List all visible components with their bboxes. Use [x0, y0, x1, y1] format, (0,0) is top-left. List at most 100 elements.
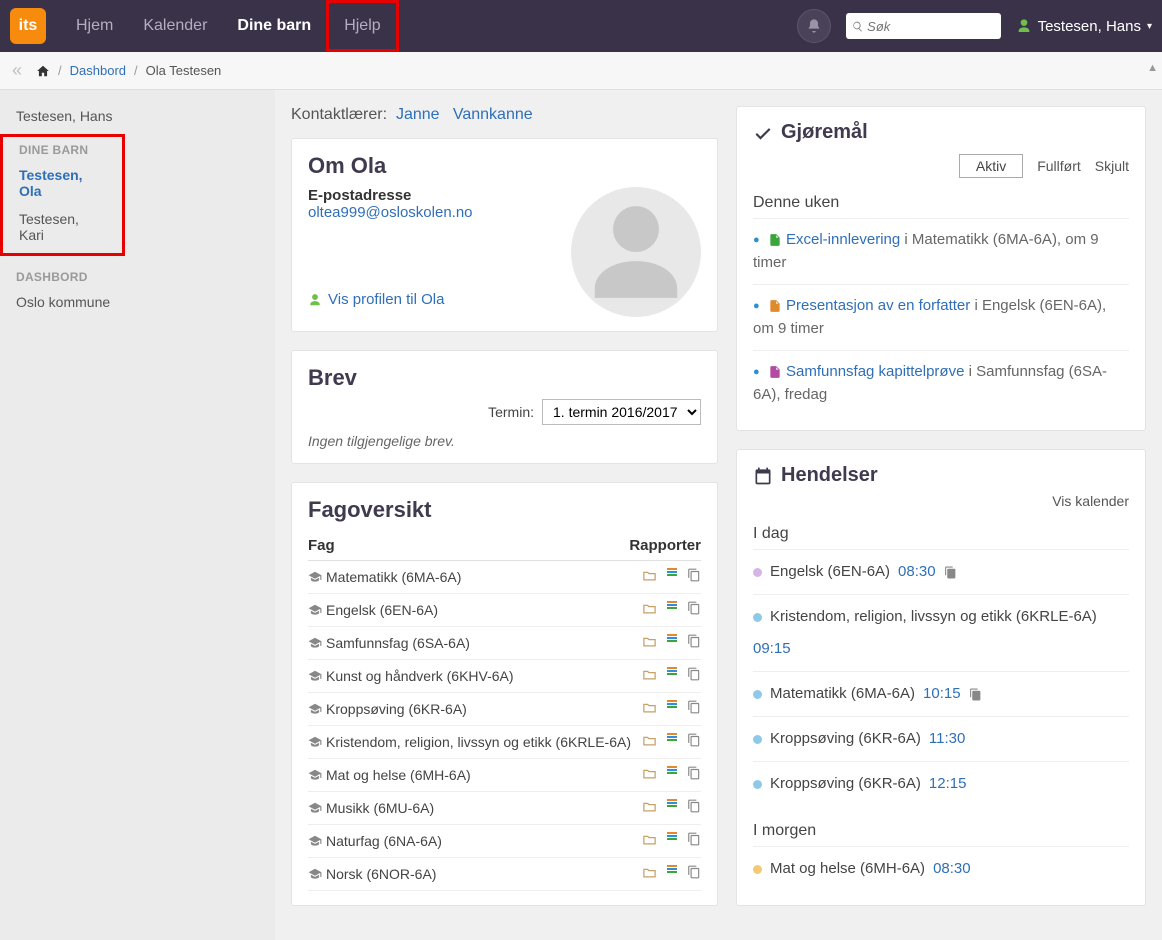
task-row: ● Excel-innlevering i Matematikk (6MA-6A… [753, 218, 1129, 284]
subject-name[interactable]: Matematikk (6MA-6A) [308, 569, 642, 585]
event-time[interactable]: 08:30 [933, 857, 971, 881]
open-folder-icon[interactable] [642, 832, 657, 850]
copy-icon[interactable] [687, 667, 701, 685]
show-calendar-link[interactable]: Vis kalender [1052, 493, 1129, 509]
contact-teacher-link[interactable]: Janne [396, 106, 440, 123]
report-list-icon[interactable] [667, 667, 677, 685]
subject-name[interactable]: Kristendom, religion, livssyn og etikk (… [308, 734, 642, 750]
tab-hidden[interactable]: Skjult [1095, 158, 1129, 174]
search-input[interactable] [867, 19, 994, 34]
user-menu[interactable]: Testesen, Hans ▾ [1016, 18, 1152, 35]
top-nav: its HjemKalenderDine barnHjelp Testesen,… [0, 0, 1162, 52]
sidebar-user[interactable]: Testesen, Hans [0, 102, 275, 130]
open-folder-icon[interactable] [642, 700, 657, 718]
sidebar-child[interactable]: Testesen, Kari [3, 205, 122, 249]
copy-icon[interactable] [687, 568, 701, 586]
breadcrumb-sep: / [58, 63, 62, 78]
event-time[interactable]: 12:15 [929, 772, 967, 796]
email-link[interactable]: oltea999@osloskolen.no [308, 204, 473, 221]
report-list-icon[interactable] [667, 733, 677, 751]
report-list-icon[interactable] [667, 766, 677, 784]
event-time[interactable]: 10:15 [923, 682, 961, 706]
event-name[interactable]: Kroppsøving (6KR-6A) [770, 727, 921, 751]
copy-icon[interactable] [687, 832, 701, 850]
report-list-icon[interactable] [667, 700, 677, 718]
subject-name[interactable]: Norsk (6NOR-6A) [308, 866, 642, 882]
event-row: Matematikk (6MA-6A) 10:15 [753, 671, 1129, 716]
tab-done[interactable]: Fullført [1037, 158, 1081, 174]
term-select[interactable]: 1. termin 2016/2017 [542, 399, 701, 425]
notifications-button[interactable] [797, 9, 831, 43]
open-folder-icon[interactable] [642, 766, 657, 784]
view-profile-link[interactable]: Vis profilen til Ola [308, 291, 555, 308]
copy-icon[interactable] [687, 601, 701, 619]
graduation-cap-icon [308, 834, 322, 848]
subject-name[interactable]: Kroppsøving (6KR-6A) [308, 701, 642, 717]
open-folder-icon[interactable] [642, 601, 657, 619]
tab-active[interactable]: Aktiv [959, 154, 1023, 178]
copy-icon[interactable] [687, 700, 701, 718]
avatar-placeholder-icon [581, 197, 691, 307]
copy-icon[interactable] [687, 799, 701, 817]
subject-name[interactable]: Mat og helse (6MH-6A) [308, 767, 642, 783]
open-folder-icon[interactable] [642, 733, 657, 751]
copy-icon[interactable] [969, 688, 982, 701]
subject-row: Kroppsøving (6KR-6A) [308, 693, 701, 726]
contact-teacher-link[interactable]: Vannkanne [453, 106, 533, 123]
nav-dine-barn[interactable]: Dine barn [222, 0, 326, 52]
report-list-icon[interactable] [667, 865, 677, 883]
breadcrumb-current: Ola Testesen [146, 63, 222, 78]
report-list-icon[interactable] [667, 568, 677, 586]
report-list-icon[interactable] [667, 634, 677, 652]
copy-icon[interactable] [687, 634, 701, 652]
breadcrumb-dashboard[interactable]: Dashbord [70, 63, 126, 78]
task-link[interactable]: Excel-innlevering [786, 231, 900, 248]
task-row: ● Presentasjon av en forfatter i Engelsk… [753, 284, 1129, 350]
letters-title: Brev [308, 365, 701, 391]
nav-kalender[interactable]: Kalender [128, 0, 222, 52]
task-type-icon [768, 365, 782, 379]
subject-name[interactable]: Samfunnsfag (6SA-6A) [308, 635, 642, 651]
sidebar-child[interactable]: Testesen, Ola [3, 161, 122, 205]
breadcrumb: / Dashbord / Ola Testesen [36, 63, 221, 78]
report-list-icon[interactable] [667, 601, 677, 619]
about-card: Om Ola E-postadresse oltea999@osloskolen… [291, 138, 718, 332]
subject-name[interactable]: Musikk (6MU-6A) [308, 800, 642, 816]
subject-row: Samfunnsfag (6SA-6A) [308, 627, 701, 660]
home-icon[interactable] [36, 64, 50, 78]
open-folder-icon[interactable] [642, 568, 657, 586]
task-link[interactable]: Samfunnsfag kapittelprøve [786, 363, 964, 380]
task-link[interactable]: Presentasjon av en forfatter [786, 297, 970, 314]
event-time[interactable]: 08:30 [898, 560, 936, 584]
copy-icon[interactable] [687, 766, 701, 784]
event-time[interactable]: 11:30 [929, 727, 965, 751]
open-folder-icon[interactable] [642, 865, 657, 883]
event-name[interactable]: Kroppsøving (6KR-6A) [770, 772, 921, 796]
event-name[interactable]: Engelsk (6EN-6A) [770, 560, 890, 584]
open-folder-icon[interactable] [642, 634, 657, 652]
subject-name[interactable]: Naturfag (6NA-6A) [308, 833, 642, 849]
copy-icon[interactable] [944, 566, 957, 579]
event-name[interactable]: Mat og helse (6MH-6A) [770, 857, 925, 881]
open-folder-icon[interactable] [642, 667, 657, 685]
event-dot-icon [753, 690, 762, 699]
report-list-icon[interactable] [667, 832, 677, 850]
nav-hjem[interactable]: Hjem [61, 0, 128, 52]
nav-hjelp[interactable]: Hjelp [326, 0, 398, 52]
events-title: Hendelser [753, 464, 1129, 487]
report-list-icon[interactable] [667, 799, 677, 817]
event-time[interactable]: 09:15 [753, 637, 791, 661]
logo[interactable]: its [10, 8, 46, 44]
sidebar-dash-item[interactable]: Oslo kommune [0, 288, 275, 316]
copy-icon[interactable] [687, 733, 701, 751]
subject-name[interactable]: Engelsk (6EN-6A) [308, 602, 642, 618]
open-folder-icon[interactable] [642, 799, 657, 817]
search-box[interactable] [846, 13, 1001, 39]
scroll-up-icon[interactable]: ▲ [1147, 62, 1158, 74]
event-name[interactable]: Kristendom, religion, livssyn og etikk (… [770, 605, 1097, 629]
subject-name[interactable]: Kunst og håndverk (6KHV-6A) [308, 668, 642, 684]
collapse-sidebar-button[interactable]: « [12, 60, 22, 81]
event-name[interactable]: Matematikk (6MA-6A) [770, 682, 915, 706]
subject-row: Kunst og håndverk (6KHV-6A) [308, 660, 701, 693]
copy-icon[interactable] [687, 865, 701, 883]
